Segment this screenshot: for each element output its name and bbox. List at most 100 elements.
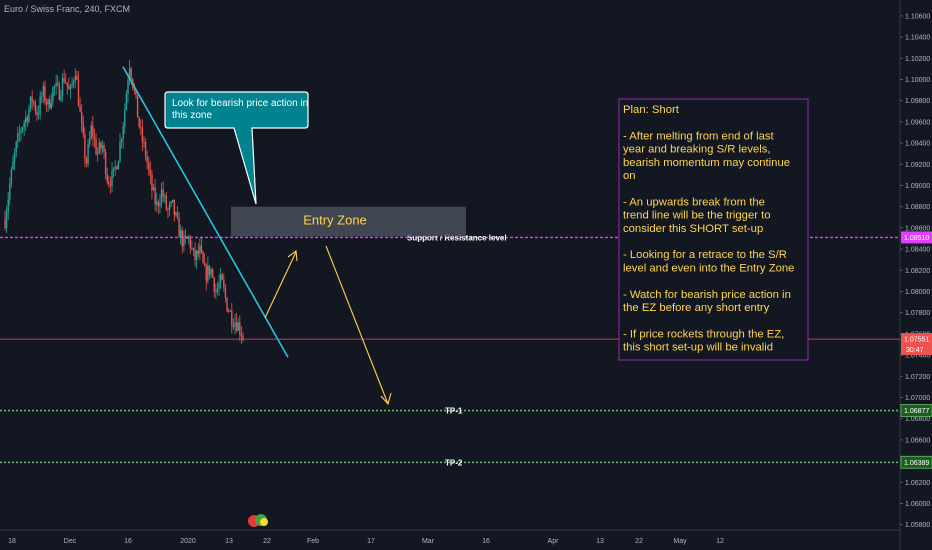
time-tick-label: 12 [716,538,724,545]
candle-body [160,189,163,204]
candle-body [200,245,203,253]
plan-note-line: trend line will be the trigger to [623,210,771,222]
bar-countdown: 30:47 [906,347,924,354]
price-tick-label: 1.10000 [905,77,930,84]
candle-body [82,122,84,135]
price-tick-label: 1.08800 [905,204,930,211]
candle-body [37,113,40,115]
candle-body [33,101,35,104]
time-tick-label: 16 [482,538,490,545]
candle-body [100,142,102,149]
candle-body [25,117,27,123]
candle-body [103,145,105,152]
candle-body [18,133,21,134]
candle-body [172,199,174,202]
candle-body [183,235,185,247]
price-tick-label: 1.07800 [905,310,930,317]
chart-title: Euro / Swiss Franc, 240, FXCM [4,4,131,14]
candle-body [149,169,152,175]
plan-note-line: - If price rockets through the EZ, [623,328,784,340]
candle-body [202,252,204,263]
candle-body [136,94,139,118]
candle-body [10,169,13,184]
chart-root: 1.10600 1.10400 1.10200 1.10000 1.09800 1.096… [0,0,932,550]
candle-body [117,161,120,170]
plan-note-line: - Watch for bearish price action in [623,289,791,301]
candle-body [234,322,236,327]
candle-body [159,203,161,207]
candle-body [239,322,241,335]
candle-body [71,83,73,86]
price-tick-label: 1.09000 [905,183,930,190]
price-tick-label: 1.06000 [905,501,930,508]
candle-body [69,85,72,90]
candle-body [176,212,179,219]
candle-body [125,93,128,110]
candle-body [187,236,190,239]
candle-body [175,212,177,215]
plan-note-line: year and breaking S/R levels, [623,144,771,156]
candle-body [13,152,16,162]
tp-1-price-label: 1.06877 [904,408,929,415]
candle-body [119,142,121,162]
time-axis[interactable]: 18 Dec 16 2020 13 22 Feb 17 Mar 16 Apr 13 22 May 12 [8,538,724,545]
plan-note-line: - Looking for a retrace to the S/R [623,249,787,261]
candle-body [87,144,89,164]
candle-body [7,199,9,213]
time-tick-label: 17 [367,538,375,545]
candle-body [101,145,104,149]
candle-body [95,139,97,155]
candle-body [124,109,126,127]
plan-note-line: Plan: Short [623,104,680,116]
candle-body [85,158,88,164]
candle-body [120,139,123,143]
candle-body [9,183,11,200]
time-tick-label: 16 [124,538,132,545]
candle-body [104,151,107,175]
candle-body [164,195,166,197]
candle-body [112,167,115,171]
event-flag-icon [260,518,268,526]
candle-body [199,245,201,254]
candle-body [210,269,212,275]
price-axis[interactable]: 1.10600 1.10400 1.10200 1.10000 1.09800 1.096… [900,13,930,529]
candle-body [93,136,96,140]
price-tick-label: 1.08600 [905,225,930,232]
candle-body [28,108,30,122]
price-tick-label: 1.05800 [905,522,930,529]
candle-body [216,288,219,292]
candle-body [61,78,64,96]
candle-body [90,125,92,139]
candle-body [130,68,132,80]
candle-body [116,166,118,170]
candle-body [72,80,75,84]
candle-body [237,322,239,331]
candle-body [221,274,223,280]
plan-note-line: - An upwards break from the [623,196,765,208]
price-tick-label: 1.09800 [905,98,930,105]
candle-body [151,174,153,191]
time-tick-label: 13 [225,538,233,545]
candle-body [162,189,164,197]
candle-body [41,96,43,98]
plan-note-line: bearish momentum may continue [623,157,790,169]
candle-body [44,85,46,102]
tp-2-label: TP-2 [445,458,463,467]
candle-body [57,82,59,84]
price-tick-label: 1.09200 [905,162,930,169]
candle-body [156,201,158,205]
time-tick-label: 13 [596,538,604,545]
candle-body [232,325,235,327]
candle-body [45,101,48,105]
candle-body [96,152,99,155]
candle-body [207,265,209,282]
candle-body [79,106,81,113]
candle-body [21,127,24,131]
time-tick-label: 2020 [180,538,196,545]
candle-body [189,236,191,249]
candle-body [154,187,156,205]
candle-body [114,166,116,168]
candle-body [141,127,144,142]
price-chart[interactable]: 1.10600 1.10400 1.10200 1.10000 1.09800 1.096… [0,0,932,550]
candle-body [227,311,230,313]
